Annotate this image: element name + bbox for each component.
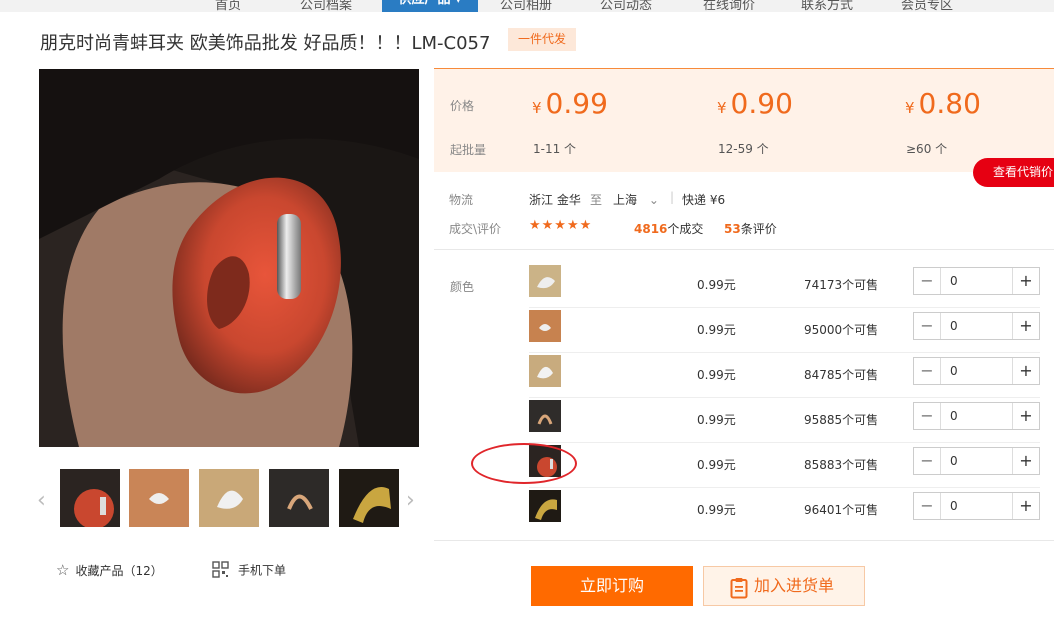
ship-to-word: 至: [590, 193, 603, 207]
divider: [434, 540, 1054, 541]
sku-stock: 96401个可售: [804, 503, 879, 517]
chevron-down-icon: ⌄: [648, 193, 659, 207]
add-to-cart-button[interactable]: 加入进货单: [703, 566, 865, 606]
sku-row: 0.99元 84785个可售 − 0 +: [529, 353, 1040, 398]
main-product-image[interactable]: [39, 69, 419, 447]
qrcode-icon: [212, 561, 229, 581]
top-nav: 首页 公司档案 供应产品 ▾ 公司相册 公司动态 在线询价 联系方式 会员专区: [0, 0, 1054, 12]
nav-news[interactable]: 公司动态: [600, 0, 652, 12]
quantity-input[interactable]: 0: [950, 499, 958, 513]
price-panel: 价格 起批量 ¥0.99 ¥0.90 ¥0.80 1-11 个 12-59 个 …: [434, 68, 1054, 172]
deals-label: 成交\评价: [449, 222, 502, 236]
rating-stars: ★★★★★: [529, 218, 593, 233]
thumbnail-3[interactable]: [199, 469, 259, 527]
quantity-input[interactable]: 0: [950, 454, 958, 468]
quantity-stepper: − 0 +: [913, 402, 1040, 430]
sku-stock: 74173个可售: [804, 278, 879, 292]
nav-contact[interactable]: 联系方式: [801, 0, 853, 12]
tier-price-3: ¥0.80: [905, 87, 981, 120]
sku-price: 0.99元: [697, 458, 736, 472]
sku-row: 0.99元 95885个可售 − 0 +: [529, 398, 1040, 443]
sku-thumbnail[interactable]: [529, 355, 561, 387]
nav-products[interactable]: 供应产品 ▾: [382, 0, 478, 12]
nav-company-profile[interactable]: 公司档案: [300, 0, 352, 12]
quantity-input[interactable]: 0: [950, 274, 958, 288]
plus-button[interactable]: +: [1012, 448, 1039, 474]
product-title: 朋克时尚青蚌耳夹 欧美饰品批发 好品质！！！LM-C057: [40, 33, 491, 54]
ship-from: 浙江 金华: [529, 193, 581, 207]
sku-thumbnail[interactable]: [529, 310, 561, 342]
sku-price: 0.99元: [697, 503, 736, 517]
sku-thumbnail[interactable]: [529, 265, 561, 297]
quantity-input[interactable]: 0: [950, 319, 958, 333]
minus-button[interactable]: −: [914, 448, 941, 474]
quantity-stepper: − 0 +: [913, 267, 1040, 295]
thumb-prev-arrow[interactable]: ‹: [37, 488, 46, 513]
sku-price: 0.99元: [697, 278, 736, 292]
quantity-stepper: − 0 +: [913, 312, 1040, 340]
sku-stock: 95000个可售: [804, 323, 879, 337]
divider: [434, 249, 1054, 250]
deal-count[interactable]: 4816个成交: [634, 220, 703, 237]
plus-button[interactable]: +: [1012, 358, 1039, 384]
price-label: 价格: [450, 99, 475, 113]
tier-qty-2: 12-59 个: [718, 142, 769, 156]
plus-button[interactable]: +: [1012, 403, 1039, 429]
sku-row: 0.99元 74173个可售 − 0 +: [529, 263, 1040, 308]
nav-members[interactable]: 会员专区: [901, 0, 953, 12]
quantity-stepper: − 0 +: [913, 492, 1040, 520]
tier-qty-1: 1-11 个: [533, 142, 577, 156]
sku-thumbnail[interactable]: [529, 400, 561, 432]
dropship-badge: 一件代发: [508, 28, 576, 51]
plus-button[interactable]: +: [1012, 268, 1039, 294]
nav-inquiry[interactable]: 在线询价: [703, 0, 755, 12]
clipboard-icon: [730, 575, 748, 613]
color-label: 颜色: [450, 280, 475, 294]
logistics-label: 物流: [449, 193, 474, 207]
tier-qty-3: ≥60 个: [906, 142, 948, 156]
ship-to-select[interactable]: 上海 ⌄: [613, 191, 659, 208]
plus-button[interactable]: +: [1012, 313, 1039, 339]
thumbnail-5[interactable]: [339, 469, 399, 527]
thumbnail-2[interactable]: [129, 469, 189, 527]
minus-button[interactable]: −: [914, 403, 941, 429]
nav-album[interactable]: 公司相册: [500, 0, 552, 12]
minus-button[interactable]: −: [914, 313, 941, 339]
min-qty-label: 起批量: [450, 143, 487, 157]
thumb-next-arrow[interactable]: ›: [406, 488, 415, 513]
favorite-product[interactable]: ☆ 收藏产品（12）: [56, 561, 163, 579]
sku-thumbnail[interactable]: [529, 490, 561, 522]
sku-price: 0.99元: [697, 368, 736, 382]
star-outline-icon: ☆: [56, 561, 70, 579]
tier-price-2: ¥0.90: [717, 87, 793, 120]
plus-button[interactable]: +: [1012, 493, 1039, 519]
buy-now-button[interactable]: 立即订购: [531, 566, 693, 606]
shipping-fee: 快递 ¥6: [682, 193, 726, 207]
mobile-order[interactable]: 手机下单: [212, 561, 286, 581]
sku-stock: 85883个可售: [804, 458, 879, 472]
minus-button[interactable]: −: [914, 493, 941, 519]
review-count[interactable]: 53条评价: [724, 220, 777, 237]
sku-stock: 84785个可售: [804, 368, 879, 382]
sku-price: 0.99元: [697, 323, 736, 337]
minus-button[interactable]: −: [914, 358, 941, 384]
sku-row: 0.99元 85883个可售 − 0 +: [529, 443, 1040, 488]
sku-row: 0.99元 96401个可售 − 0 +: [529, 488, 1040, 533]
quantity-input[interactable]: 0: [950, 409, 958, 423]
thumbnail-4[interactable]: [269, 469, 329, 527]
sku-row: 0.99元 95000个可售 − 0 +: [529, 308, 1040, 353]
quantity-input[interactable]: 0: [950, 364, 958, 378]
quantity-stepper: − 0 +: [913, 447, 1040, 475]
tier-price-1: ¥0.99: [532, 87, 608, 120]
sku-price: 0.99元: [697, 413, 736, 427]
nav-home[interactable]: 首页: [215, 0, 241, 12]
highlight-circle: [471, 443, 577, 484]
separator: |: [670, 190, 675, 204]
view-agent-price-button[interactable]: 查看代销价: [973, 158, 1054, 187]
thumbnail-1[interactable]: [60, 469, 120, 527]
minus-button[interactable]: −: [914, 268, 941, 294]
quantity-stepper: − 0 +: [913, 357, 1040, 385]
sku-stock: 95885个可售: [804, 413, 879, 427]
